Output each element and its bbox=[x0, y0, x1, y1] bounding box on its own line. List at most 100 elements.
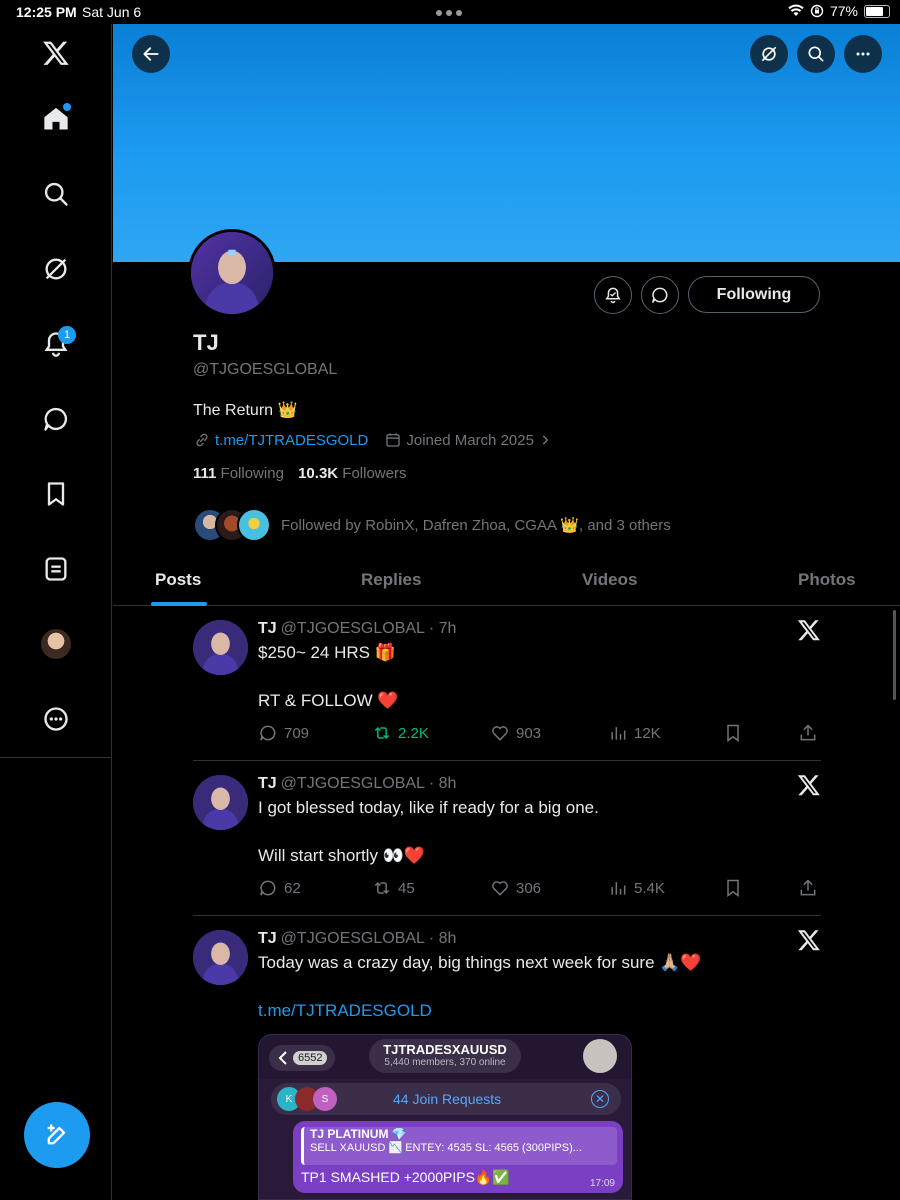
retweet-button[interactable]: 2.2K bbox=[372, 723, 429, 743]
tweet-author[interactable]: TJ bbox=[258, 775, 277, 792]
heart-icon bbox=[492, 726, 508, 741]
reply-count: 709 bbox=[284, 724, 310, 742]
more-icon[interactable] bbox=[36, 699, 76, 739]
notify-button[interactable] bbox=[594, 276, 632, 314]
home-icon[interactable] bbox=[36, 99, 76, 139]
grok-button[interactable] bbox=[750, 35, 788, 73]
battery-percent: 77% bbox=[829, 3, 858, 19]
heart-icon bbox=[492, 881, 508, 896]
like-count: 903 bbox=[516, 724, 542, 742]
retweet-icon bbox=[374, 881, 390, 895]
back-button[interactable] bbox=[132, 35, 170, 73]
tab-replies[interactable]: Replies bbox=[361, 570, 421, 590]
bookmarks-icon[interactable] bbox=[36, 474, 76, 514]
x-logo-icon bbox=[797, 775, 820, 796]
bookmark-icon bbox=[727, 724, 739, 742]
message-button[interactable] bbox=[641, 276, 679, 314]
tab-posts[interactable]: Posts bbox=[155, 570, 201, 590]
tweet-handle[interactable]: @TJGOESGLOBAL bbox=[281, 775, 425, 792]
grok-icon bbox=[761, 46, 777, 62]
followers-count-link[interactable]: 10.3K Followers bbox=[298, 465, 406, 482]
more-horizontal-icon bbox=[856, 52, 870, 56]
tweet-avatar[interactable] bbox=[193, 620, 248, 675]
active-tab-indicator bbox=[151, 602, 207, 606]
tab-photos[interactable]: Photos bbox=[798, 570, 856, 590]
battery-icon bbox=[864, 4, 890, 18]
link-icon bbox=[196, 433, 208, 447]
followed-by-row[interactable]: Followed by RobinX, Dafren Zhoa, CGAA 👑,… bbox=[193, 506, 671, 544]
lists-icon[interactable] bbox=[36, 549, 76, 589]
message-text: TP1 SMASHED +2000PIPS🔥✅ bbox=[301, 1169, 510, 1185]
tweet-handle[interactable]: @TJGOESGLOBAL bbox=[281, 930, 425, 947]
tweet-image[interactable]: 6552 TJTRADESXAUUSD 5,440 members, 370 o… bbox=[258, 1034, 632, 1200]
tweet-text: Will start shortly 👀❤️ bbox=[258, 846, 426, 865]
followed-by-text: Followed by RobinX, Dafren Zhoa, CGAA 👑,… bbox=[281, 517, 671, 534]
share-button[interactable] bbox=[798, 723, 818, 743]
bookmark-button[interactable] bbox=[723, 723, 743, 743]
tweet-author[interactable]: TJ bbox=[258, 620, 277, 637]
tweet-avatar[interactable] bbox=[193, 775, 248, 830]
compose-icon bbox=[47, 1124, 66, 1145]
compose-button[interactable] bbox=[24, 1102, 90, 1168]
channel-avatar bbox=[583, 1039, 617, 1073]
tweet[interactable]: TJ @TJGOESGLOBAL · 8h I got blessed today… bbox=[193, 775, 821, 915]
notifications-icon[interactable]: 1 bbox=[36, 324, 76, 364]
tweet[interactable]: TJ @TJGOESGLOBAL · 8h Today was a crazy d… bbox=[193, 930, 821, 1030]
request-avatar: S bbox=[313, 1087, 337, 1111]
more-options-button[interactable] bbox=[844, 35, 882, 73]
following-count: 111 bbox=[193, 465, 217, 482]
status-time: 12:25 PM bbox=[16, 4, 77, 20]
tweet[interactable]: TJ @TJGOESGLOBAL · 7h $250~ 24 HRS 🎁 RT &… bbox=[193, 620, 821, 760]
back-arrow-icon bbox=[143, 47, 159, 61]
tweet-link[interactable]: t.me/TJTRADESGOLD bbox=[258, 1001, 432, 1021]
bookmark-button[interactable] bbox=[723, 878, 743, 898]
close-icon: ✕ bbox=[591, 1090, 609, 1108]
quote-text: SELL XAUUSD 📉 ENTEY: 4535 SL: 4565 (300P… bbox=[310, 1142, 582, 1154]
calendar-icon bbox=[386, 433, 401, 447]
views-button[interactable]: 5.4K bbox=[608, 878, 665, 898]
profile-avatar-nav[interactable] bbox=[36, 624, 76, 664]
share-button[interactable] bbox=[798, 878, 818, 898]
profile-counts: 111 Following 10.3K Followers bbox=[193, 465, 406, 482]
quoted-message: TJ PLATINUM 💎 SELL XAUUSD 📉 ENTEY: 4535 … bbox=[301, 1127, 617, 1165]
following-count-link[interactable]: 111 Following bbox=[193, 465, 284, 482]
grok-icon[interactable] bbox=[36, 249, 76, 289]
status-bar: 12:25 PM Sat Jun 6 77% bbox=[0, 0, 900, 24]
like-button[interactable]: 903 bbox=[490, 723, 541, 743]
search-button[interactable] bbox=[797, 35, 835, 73]
search-icon[interactable] bbox=[36, 174, 76, 214]
tweet-time: · 8h bbox=[428, 775, 457, 792]
messages-icon[interactable] bbox=[36, 399, 76, 439]
unread-count: 6552 bbox=[293, 1051, 328, 1065]
tweet-handle[interactable]: @TJGOESGLOBAL bbox=[281, 620, 425, 637]
tweet-author[interactable]: TJ bbox=[258, 930, 277, 947]
tab-videos[interactable]: Videos bbox=[582, 570, 637, 590]
chevron-right-icon[interactable] bbox=[538, 433, 552, 447]
following-button[interactable]: Following bbox=[688, 276, 820, 313]
profile-link[interactable]: t.me/TJTRADESGOLD bbox=[215, 432, 368, 449]
tweet-text: RT & FOLLOW ❤️ bbox=[258, 691, 399, 710]
nav-divider bbox=[0, 757, 112, 758]
avatar bbox=[41, 629, 71, 659]
profile-joined: Joined March 2025 bbox=[406, 431, 534, 449]
retweet-button[interactable]: 45 bbox=[372, 878, 415, 898]
telegram-title: TJTRADESXAUUSD 5,440 members, 370 online bbox=[369, 1039, 521, 1073]
multitasking-dots[interactable] bbox=[436, 10, 462, 16]
x-logo-icon[interactable] bbox=[36, 33, 76, 73]
chevron-left-icon bbox=[278, 1051, 287, 1065]
followers-label: Followers bbox=[342, 465, 407, 482]
reply-button[interactable]: 709 bbox=[258, 723, 309, 743]
like-button[interactable]: 306 bbox=[490, 878, 541, 898]
x-logo-icon bbox=[797, 620, 820, 641]
follower-avatar bbox=[237, 508, 271, 542]
reply-icon bbox=[260, 880, 276, 896]
reply-button[interactable]: 62 bbox=[258, 878, 301, 898]
tweet-avatar[interactable] bbox=[193, 930, 248, 985]
views-button[interactable]: 12K bbox=[608, 723, 661, 743]
profile-avatar[interactable] bbox=[188, 229, 276, 317]
quote-title: TJ PLATINUM 💎 bbox=[310, 1127, 407, 1141]
tweet-time: · 8h bbox=[428, 930, 457, 947]
search-icon bbox=[808, 46, 824, 62]
home-unread-dot bbox=[63, 103, 71, 111]
scrollbar[interactable] bbox=[893, 610, 896, 700]
